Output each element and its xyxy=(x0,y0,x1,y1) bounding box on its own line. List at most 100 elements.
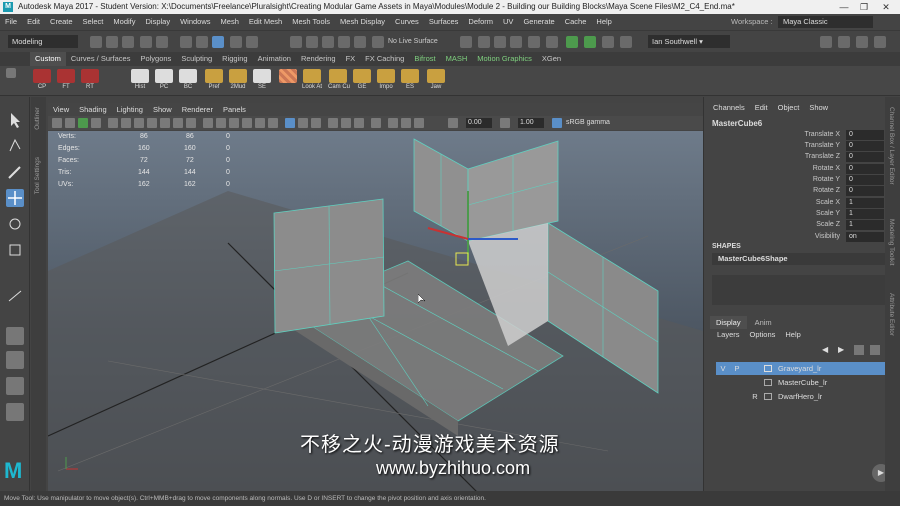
menu-surfaces[interactable]: Surfaces xyxy=(424,14,464,30)
hud-toggle-icon[interactable] xyxy=(388,118,398,128)
move-layer-up-icon[interactable]: ◀ xyxy=(822,345,832,355)
move-tool-icon[interactable] xyxy=(6,189,24,207)
attr-rotate-z-field[interactable]: 0 xyxy=(846,186,884,196)
layers-menu[interactable]: Layers xyxy=(712,330,745,339)
menu-set-dropdown[interactable]: Modeling xyxy=(8,35,78,48)
shelf-tab-fx-caching[interactable]: FX Caching xyxy=(360,52,409,66)
side-by-side-layout-icon[interactable] xyxy=(6,377,24,395)
motion-blur-icon[interactable] xyxy=(341,118,351,128)
menu-mesh[interactable]: Mesh xyxy=(216,14,244,30)
save-scene-icon[interactable] xyxy=(122,36,134,48)
redo-icon[interactable] xyxy=(156,36,168,48)
bookmarks-icon[interactable] xyxy=(78,118,88,128)
tool-settings-toggle-icon[interactable] xyxy=(620,36,632,48)
panel-menu-lighting[interactable]: Lighting xyxy=(112,103,148,116)
wireframe-on-shaded-icon[interactable] xyxy=(229,118,239,128)
menu-edit[interactable]: Edit xyxy=(22,14,45,30)
undo-icon[interactable] xyxy=(140,36,152,48)
channels-edit-menu[interactable]: Edit xyxy=(750,103,773,112)
rotate-tool-icon[interactable] xyxy=(6,215,24,233)
attr-translate-x-field[interactable]: 0 xyxy=(846,130,884,140)
select-tool-icon[interactable] xyxy=(6,111,24,129)
panel-menu-show[interactable]: Show xyxy=(148,103,177,116)
shelf-item-rt[interactable]: RT xyxy=(80,69,100,90)
outliner-tab[interactable]: Outliner xyxy=(34,107,41,130)
magnet-icon[interactable] xyxy=(338,36,350,48)
attr-scale-x-field[interactable]: 1 xyxy=(846,198,884,208)
snap-view-icon[interactable] xyxy=(306,36,318,48)
menu-file[interactable]: File xyxy=(0,14,22,30)
shelf-tab-rendering[interactable]: Rendering xyxy=(296,52,341,66)
layer-color-swatch[interactable] xyxy=(764,365,772,372)
render-settings-icon[interactable] xyxy=(510,36,522,48)
grease-pencil-icon[interactable] xyxy=(414,118,424,128)
shelf-tab-animation[interactable]: Animation xyxy=(253,52,296,66)
textured-icon[interactable] xyxy=(242,118,252,128)
layer-row-mastercube[interactable]: MasterCube_lr xyxy=(716,376,888,389)
shelf-item-es[interactable]: ES xyxy=(400,69,420,90)
shelf-item-hist[interactable]: Hist xyxy=(130,69,150,90)
attribute-editor-toggle-icon[interactable] xyxy=(602,36,614,48)
attr-translate-z-field[interactable]: 0 xyxy=(846,152,884,162)
menu-create[interactable]: Create xyxy=(45,14,78,30)
tool-settings-tab[interactable]: Tool Settings xyxy=(34,157,41,194)
shelf-tab-polygons[interactable]: Polygons xyxy=(135,52,176,66)
select-component-icon[interactable] xyxy=(212,36,224,48)
use-all-lights-icon[interactable] xyxy=(255,118,265,128)
scale-tool-icon[interactable] xyxy=(6,241,24,259)
shelf-tab-sculpting[interactable]: Sculpting xyxy=(176,52,217,66)
color-management-icon[interactable] xyxy=(552,118,562,128)
layer-row-dwarfhero[interactable]: R DwarfHero_lr xyxy=(716,390,888,403)
channels-show-menu[interactable]: Show xyxy=(804,103,833,112)
menu-display[interactable]: Display xyxy=(141,14,176,30)
menu-cache[interactable]: Cache xyxy=(560,14,592,30)
paint-select-icon[interactable] xyxy=(6,163,24,181)
menu-deform[interactable]: Deform xyxy=(463,14,498,30)
layer-reference-toggle[interactable]: R xyxy=(750,390,760,403)
shelf-item-checker[interactable] xyxy=(278,69,298,83)
grid-toggle-icon[interactable] xyxy=(108,118,118,128)
modeling-toolkit-tab[interactable]: Modeling Toolkit xyxy=(888,219,895,266)
layers-help-menu[interactable]: Help xyxy=(780,330,805,339)
menu-modify[interactable]: Modify xyxy=(108,14,140,30)
maximize-icon[interactable]: ❐ xyxy=(854,0,874,14)
snap-point-icon[interactable] xyxy=(290,36,302,48)
safe-title-icon[interactable] xyxy=(186,118,196,128)
shelf-item-cp[interactable]: CP xyxy=(32,69,52,90)
select-object-icon[interactable] xyxy=(196,36,208,48)
shelf-tab-mash[interactable]: MASH xyxy=(441,52,473,66)
shelf-tab-fx[interactable]: FX xyxy=(341,52,361,66)
four-view-layout-icon[interactable] xyxy=(6,351,24,369)
menu-help[interactable]: Help xyxy=(591,14,616,30)
attribute-icon[interactable] xyxy=(874,36,886,48)
user-account-dropdown[interactable]: Ian Southwell ▾ xyxy=(648,35,730,48)
shelf-item-pref[interactable]: Pref xyxy=(204,69,224,90)
layer-row-graveyard[interactable]: V P Graveyard_lr xyxy=(716,362,888,375)
shelf-tab-xgen[interactable]: XGen xyxy=(537,52,566,66)
view-transform-dropdown[interactable]: sRGB gamma xyxy=(566,118,626,128)
layer-playback-toggle[interactable]: P xyxy=(732,362,742,375)
menu-generate[interactable]: Generate xyxy=(518,14,559,30)
depth-of-field-icon[interactable] xyxy=(371,118,381,128)
shelf-item-ft[interactable]: FT xyxy=(56,69,76,90)
wireframe-icon[interactable] xyxy=(203,118,213,128)
isolate-select-icon[interactable] xyxy=(285,118,295,128)
shelf-tab-bifrost[interactable]: Bifrost xyxy=(409,52,440,66)
xray-icon[interactable] xyxy=(298,118,308,128)
panel-menu-renderer[interactable]: Renderer xyxy=(177,103,218,116)
panel-menu-view[interactable]: View xyxy=(48,103,74,116)
antialiasing-icon[interactable] xyxy=(354,118,364,128)
make-live-icon[interactable] xyxy=(322,36,334,48)
camera-attributes-icon[interactable] xyxy=(65,118,75,128)
film-gate-icon[interactable] xyxy=(121,118,131,128)
select-hierarchy-icon[interactable] xyxy=(180,36,192,48)
ipr-render-icon[interactable] xyxy=(494,36,506,48)
layer-visibility-toggle[interactable]: V xyxy=(718,362,728,375)
close-icon[interactable]: ✕ xyxy=(876,0,896,14)
channel-box-toggle-icon[interactable] xyxy=(584,36,596,48)
menu-mesh-tools[interactable]: Mesh Tools xyxy=(287,14,335,30)
minimize-icon[interactable]: — xyxy=(834,0,854,14)
shelf-item-impo[interactable]: Impo xyxy=(376,69,396,90)
settings-gear-icon[interactable] xyxy=(856,36,868,48)
snap-curve-icon[interactable] xyxy=(246,36,258,48)
